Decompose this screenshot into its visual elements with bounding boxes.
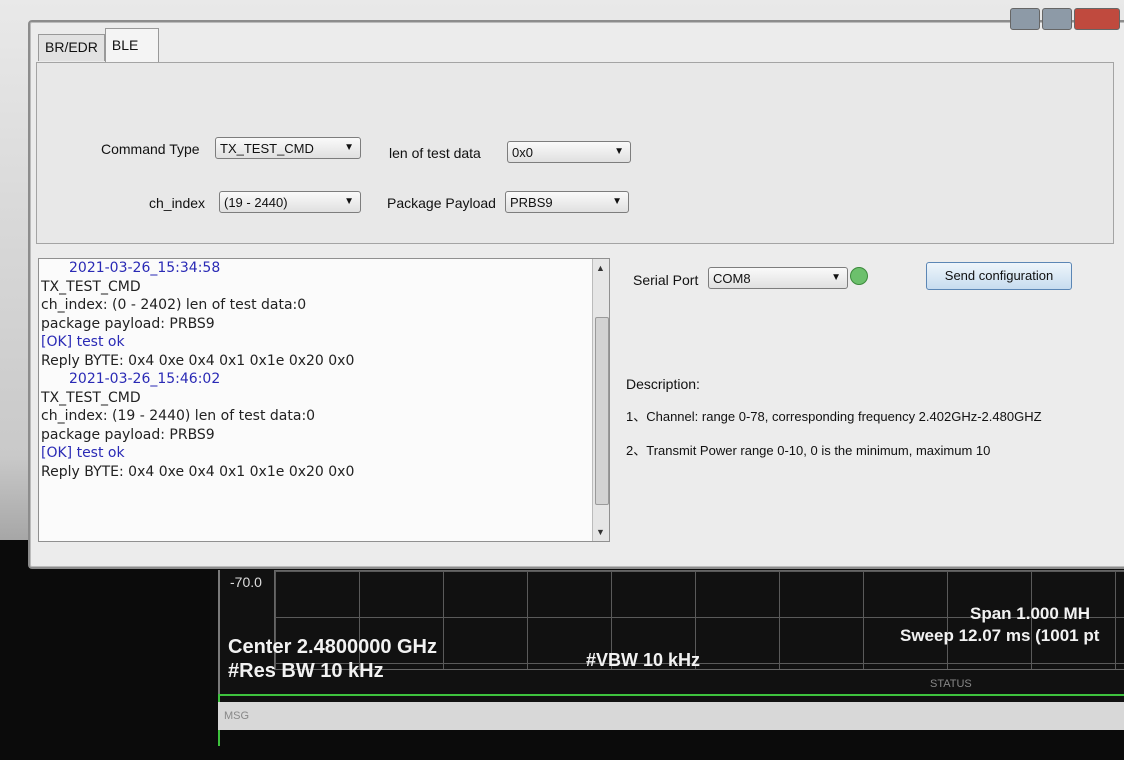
description-item-1: 1、Channel: range 0-78, corresponding fre… xyxy=(626,409,1042,424)
description-item-2: 2、Transmit Power range 0-10, 0 is the mi… xyxy=(626,443,991,458)
log-timestamp: 2021-03-26_15:46:02 xyxy=(69,371,221,387)
analyzer-center-freq: Center 2.4800000 GHz xyxy=(228,636,438,658)
scroll-thumb[interactable] xyxy=(595,317,609,505)
package-payload-label: Package Payload xyxy=(387,195,496,211)
serial-port-value: COM8 xyxy=(713,271,751,286)
chevron-down-icon: ▼ xyxy=(612,196,622,207)
log-line: package payload: PRBS9 xyxy=(41,315,215,332)
analyzer-y-label: -70.0 xyxy=(230,574,262,590)
maximize-button[interactable] xyxy=(1042,8,1072,30)
scroll-up-icon[interactable]: ▲ xyxy=(596,263,605,273)
ch-index-label: ch_index xyxy=(149,195,206,211)
log-line: TX_TEST_CMD xyxy=(41,278,141,295)
chevron-down-icon: ▼ xyxy=(831,272,841,283)
command-type-value: TX_TEST_CMD xyxy=(220,141,314,156)
log-line: [OK] test ok xyxy=(41,445,125,461)
analyzer-msg-label: MSG xyxy=(224,710,250,722)
analyzer-res-bw: #Res BW 10 kHz xyxy=(228,660,384,682)
description-title: Description: xyxy=(626,376,700,392)
log-scrollbar[interactable]: ▲ ▼ xyxy=(592,259,609,541)
send-configuration-button[interactable]: Send configuration xyxy=(926,262,1072,290)
len-of-test-data-value: 0x0 xyxy=(512,145,533,160)
minimize-button[interactable] xyxy=(1010,8,1040,30)
analyzer-span: Span 1.000 MH xyxy=(970,604,1090,623)
tab-br-edr[interactable]: BR/EDR xyxy=(38,34,105,61)
scroll-down-icon[interactable]: ▼ xyxy=(596,527,605,537)
close-button[interactable] xyxy=(1074,8,1120,30)
command-type-select[interactable]: TX_TEST_CMD ▼ xyxy=(215,137,361,159)
window-controls xyxy=(1010,8,1120,30)
config-panel: Command Type TX_TEST_CMD ▼ len of test d… xyxy=(36,62,1114,244)
app-window: BR/EDR BLE Command Type TX_TEST_CMD ▼ le… xyxy=(28,8,1124,569)
analyzer-vbw: #VBW 10 kHz xyxy=(586,650,701,670)
analyzer-msg-bar: MSG xyxy=(218,702,1124,730)
tab-ble[interactable]: BLE xyxy=(104,28,160,65)
log-timestamp: 2021-03-26_15:34:58 xyxy=(69,260,221,276)
package-payload-value: PRBS9 xyxy=(510,195,553,210)
log-output[interactable]: 2021-03-26_15:34:58 TX_TEST_CMD ch_index: … xyxy=(38,258,610,542)
ch-index-select[interactable]: (19 - 2440) ▼ xyxy=(219,191,361,213)
log-line: [OK] test ok xyxy=(41,334,125,350)
log-line: Reply BYTE: 0x4 0xe 0x4 0x1 0x1e 0x20 0x… xyxy=(41,463,355,480)
log-line: ch_index: (0 - 2402) len of test data:0 xyxy=(41,297,307,313)
log-lines: 2021-03-26_15:34:58 TX_TEST_CMD ch_index: … xyxy=(39,259,609,481)
analyzer-status: STATUS xyxy=(930,678,972,690)
ch-index-value: (19 - 2440) xyxy=(224,195,288,210)
spectrum-analyzer-screen: -70.0 Center 2.4800000 GHz #Res BW 10 kH… xyxy=(0,540,1124,760)
len-of-test-data-select[interactable]: 0x0 ▼ xyxy=(507,141,631,163)
len-of-test-data-label: len of test data xyxy=(389,145,481,161)
refresh-icon[interactable] xyxy=(850,267,868,285)
package-payload-select[interactable]: PRBS9 ▼ xyxy=(505,191,629,213)
chevron-down-icon: ▼ xyxy=(344,142,354,153)
tab-bar: BR/EDR BLE xyxy=(38,28,160,65)
chevron-down-icon: ▼ xyxy=(614,146,624,157)
log-line: package payload: PRBS9 xyxy=(41,426,215,443)
chevron-down-icon: ▼ xyxy=(344,196,354,207)
analyzer-sweep: Sweep 12.07 ms (1001 pt xyxy=(900,626,1100,645)
log-line: ch_index: (19 - 2440) len of test data:0 xyxy=(41,408,316,424)
log-line: TX_TEST_CMD xyxy=(41,389,141,406)
serial-port-label: Serial Port xyxy=(633,272,699,288)
serial-port-select[interactable]: COM8 ▼ xyxy=(708,267,848,289)
log-line: Reply BYTE: 0x4 0xe 0x4 0x1 0x1e 0x20 0x… xyxy=(41,352,355,369)
command-type-label: Command Type xyxy=(101,141,200,157)
